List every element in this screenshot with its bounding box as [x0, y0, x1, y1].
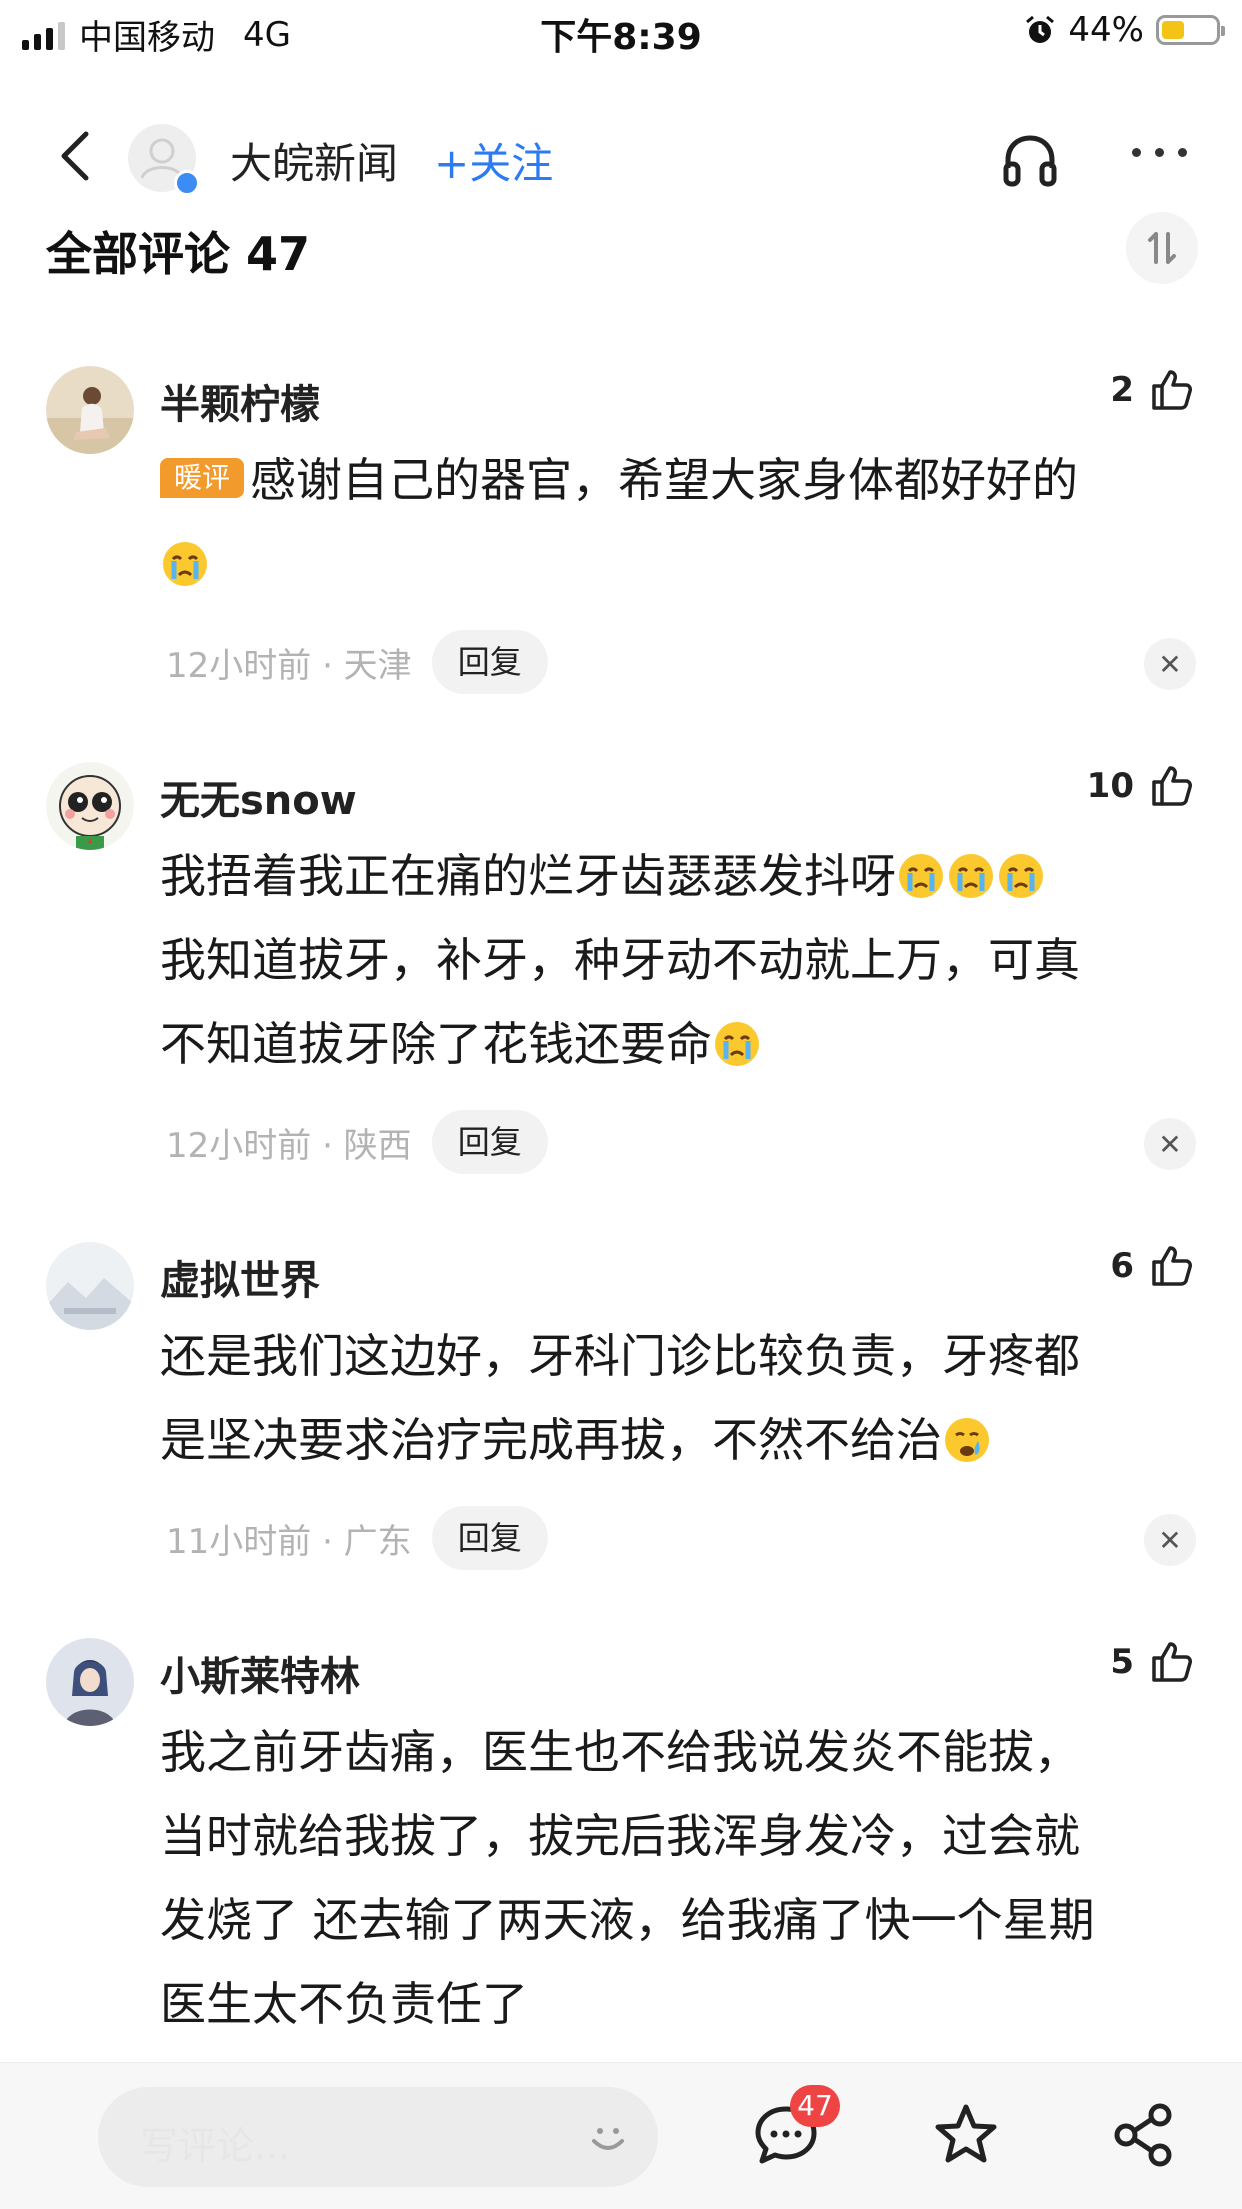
status-right: 44% [1024, 10, 1225, 50]
crying-emoji-icon [949, 853, 993, 898]
sort-button[interactable] [1126, 212, 1198, 284]
publisher-name[interactable]: 大皖新闻 [230, 130, 398, 191]
comment-username[interactable]: 小斯莱特林 [160, 1644, 360, 1702]
sort-icon [1148, 232, 1176, 264]
crying-emoji-icon [715, 1021, 759, 1066]
close-icon[interactable]: ✕ [1144, 1118, 1196, 1170]
verified-badge [174, 170, 200, 196]
comment-meta: 11小时前 · 广东 回复 [166, 1506, 548, 1570]
comment-input[interactable]: 写评论... [98, 2087, 658, 2187]
thumb-up-icon [1152, 1642, 1192, 1682]
avatar[interactable] [46, 366, 134, 454]
comment-text: 暖评 感谢自己的器官，希望大家身体都好好的 [160, 438, 1200, 606]
crying-emoji-icon [899, 853, 943, 898]
comment-text: 我捂着我正在痛的烂牙齿瑟瑟发抖呀 我知道拔牙，补牙，种牙动不动就上万，可真 不知… [160, 849, 1080, 1071]
nav-bar: 大皖新闻 +关注 [0, 104, 1242, 208]
more-icon[interactable] [1132, 148, 1187, 157]
crying-emoji-icon [163, 541, 207, 586]
comment-input-placeholder: 写评论... [140, 2124, 291, 2168]
smile-icon[interactable] [584, 2113, 632, 2161]
crying-emoji-icon [999, 853, 1043, 898]
follow-button[interactable]: +关注 [434, 130, 553, 191]
reply-button[interactable]: 回复 [431, 630, 548, 694]
star-icon[interactable] [932, 2101, 1000, 2169]
battery-percent: 44% [1068, 10, 1144, 50]
comment-meta: 12小时前 · 陕西 回复 [166, 1110, 548, 1174]
comment-count-badge: 47 [790, 2085, 840, 2127]
reply-button[interactable]: 回复 [431, 1110, 548, 1174]
close-icon[interactable]: ✕ [1144, 1514, 1196, 1566]
like-button[interactable]: 6 [1110, 1242, 1196, 1290]
comments-header: 全部评论 47 [46, 227, 311, 281]
close-icon[interactable]: ✕ [1144, 638, 1196, 690]
warm-comment-tag: 暖评 [160, 457, 245, 498]
like-button[interactable]: 2 [1110, 366, 1196, 414]
back-icon[interactable] [48, 126, 108, 186]
alarm-icon [1026, 15, 1055, 43]
publisher-avatar[interactable] [128, 124, 200, 196]
battery-icon [1156, 15, 1225, 45]
comment-meta: 12小时前 · 天津 回复 [166, 630, 548, 694]
reply-button[interactable]: 回复 [431, 1506, 548, 1570]
thumb-up-icon [1152, 370, 1192, 410]
status-bar: 中国移动 4G 下午8:39 44% [0, 0, 1242, 62]
bottom-bar: 写评论... 47 [0, 2062, 1242, 2209]
comment-text: 我之前牙齿痛，医生也不给我说发炎不能拔， 当时就给我拔了，拔完后我浑身发冷，过会… [160, 1725, 1095, 2031]
comment-username[interactable]: 无无snow [160, 768, 357, 826]
avatar[interactable] [46, 762, 134, 850]
like-count: 5 [1110, 1642, 1134, 1682]
like-count: 10 [1086, 766, 1134, 806]
comment-text: 还是我们这边好，牙科门诊比较负责，牙疼都 是坚决要求治疗完成再拔，不然不给治 [160, 1329, 1080, 1467]
comment-username[interactable]: 虚拟世界 [160, 1248, 320, 1306]
like-button[interactable]: 10 [1087, 762, 1196, 810]
comment-username[interactable]: 半颗柠檬 [160, 372, 320, 430]
avatar[interactable] [46, 1242, 134, 1330]
like-count: 6 [1110, 1246, 1134, 1286]
headphone-icon[interactable] [998, 128, 1062, 192]
avatar[interactable] [46, 1638, 134, 1726]
sad-tear-emoji-icon [945, 1417, 989, 1462]
share-icon[interactable] [1110, 2101, 1178, 2169]
thumb-up-icon [1152, 1246, 1192, 1286]
like-button[interactable]: 5 [1110, 1638, 1196, 1686]
like-count: 2 [1110, 370, 1134, 410]
thumb-up-icon [1152, 766, 1192, 806]
